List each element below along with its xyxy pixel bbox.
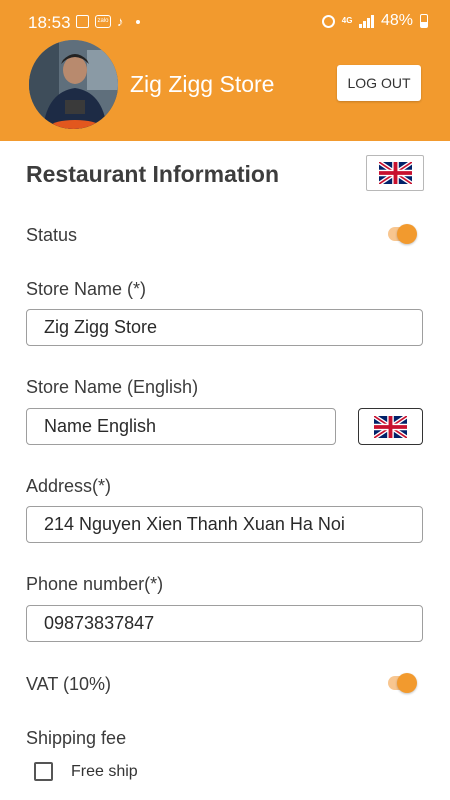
vat-label: VAT (10%) — [26, 674, 112, 694]
shipping-fee-label: Shipping fee — [26, 728, 127, 748]
avatar-photo — [29, 40, 118, 129]
system-icons: 4G 48% — [321, 12, 428, 30]
phone-label: Phone number(*) — [26, 574, 164, 594]
free-ship-checkbox[interactable] — [34, 762, 53, 781]
alarm-icon — [321, 14, 335, 28]
tiktok-icon: ♪ — [117, 14, 124, 29]
vat-toggle[interactable] — [388, 673, 417, 693]
free-ship-label[interactable]: Free ship — [71, 763, 138, 781]
store-name-input[interactable]: Zig Zigg Store — [26, 309, 423, 346]
dot-icon — [135, 19, 140, 24]
app-header: 18:53 zalo ♪ 4G 48% Zig Zigg Store LOG O… — [0, 0, 450, 141]
store-name-label: Store Name (*) — [26, 279, 147, 299]
status-label: Status — [26, 225, 78, 245]
language-flag-button[interactable] — [366, 155, 424, 191]
status-toggle-knob — [397, 224, 417, 244]
uk-flag-icon — [378, 162, 412, 184]
header-store-name: Zig Zigg Store — [130, 71, 275, 97]
section-title: Restaurant Information — [26, 161, 280, 187]
vat-toggle-knob — [397, 673, 417, 693]
store-name-english-label: Store Name (English) — [26, 377, 199, 397]
logout-button[interactable]: LOG OUT — [337, 65, 421, 101]
uk-flag-icon — [374, 415, 407, 438]
store-name-english-input[interactable]: Name English — [26, 408, 336, 445]
signal-icon — [359, 14, 374, 28]
battery-icon — [420, 14, 428, 28]
zalo-icon: zalo — [95, 15, 111, 28]
notification-icons: zalo ♪ — [76, 14, 140, 29]
battery-percent: 48% — [380, 12, 413, 29]
status-toggle[interactable] — [388, 224, 417, 244]
avatar[interactable] — [29, 40, 118, 129]
english-flag-button[interactable] — [358, 408, 423, 445]
address-input[interactable]: 214 Nguyen Xien Thanh Xuan Ha Noi — [26, 506, 423, 543]
phone-input[interactable]: 09873837847 — [26, 605, 423, 642]
network-type: 4G — [341, 16, 353, 25]
gallery-icon — [76, 15, 89, 28]
address-label: Address(*) — [26, 476, 112, 496]
status-bar: 18:53 zalo ♪ 4G 48% — [0, 0, 450, 44]
status-time: 18:53 — [28, 13, 71, 32]
